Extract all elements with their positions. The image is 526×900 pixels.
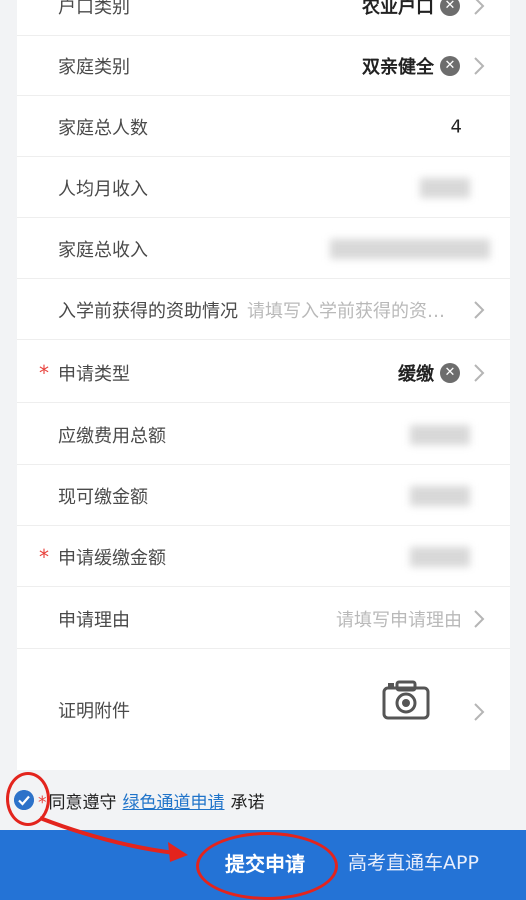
row-label: 证明附件	[58, 701, 130, 722]
prior-aid-placeholder[interactable]: 请填写入学前获得的资助情况	[247, 297, 462, 323]
row-prior-aid[interactable]: 入学前获得的资助情况 请填写入学前获得的资助情况	[17, 280, 510, 340]
row-payable-now[interactable]: 现可缴金额	[17, 466, 510, 526]
redacted-value	[410, 424, 470, 445]
chevron-right-icon	[474, 0, 485, 15]
row-label: 申请理由	[58, 609, 130, 631]
required-mark: *	[39, 544, 49, 569]
chevron-right-icon	[474, 56, 485, 75]
annotation-circle-submit	[196, 832, 338, 900]
row-label: 入学前获得的资助情况	[58, 300, 238, 322]
row-label: 家庭总收入	[58, 239, 148, 261]
chevron-right-icon	[474, 300, 485, 319]
apply-type-value: 缓缴	[398, 363, 434, 385]
agreement-suffix: 承诺	[230, 793, 265, 813]
chevron-right-icon	[474, 703, 485, 721]
watermark: 高考直通车APP	[348, 852, 479, 874]
row-label: 现可缴金额	[58, 486, 148, 508]
row-label: 家庭总人数	[58, 117, 148, 139]
row-total-income[interactable]: 家庭总收入	[17, 219, 510, 279]
row-deferred-amount[interactable]: * 申请缓缴金额	[17, 527, 510, 587]
clear-icon[interactable]: ✕	[440, 362, 460, 383]
form-card: 户口类别 农业户口 ✕ 家庭类别 双亲健全 ✕ 家庭总人数 4 人均月收入 家庭…	[17, 0, 510, 770]
redacted-value	[410, 485, 470, 506]
required-mark: *	[39, 360, 49, 385]
row-family-size[interactable]: 家庭总人数 4	[17, 97, 510, 157]
row-label: 户口类别	[58, 0, 130, 18]
hukou-type-value: 农业户口	[362, 0, 434, 18]
clear-icon[interactable]: ✕	[440, 55, 460, 76]
agreement-prefix: 同意遵守	[48, 793, 117, 813]
clear-icon[interactable]: ✕	[440, 0, 460, 16]
row-reason[interactable]: 申请理由 请填写申请理由	[17, 589, 510, 649]
redacted-value	[410, 546, 470, 567]
row-hukou-type[interactable]: 户口类别 农业户口 ✕	[17, 0, 510, 36]
row-label: 人均月收入	[58, 178, 148, 200]
row-monthly-income[interactable]: 人均月收入	[17, 158, 510, 218]
chevron-right-icon	[474, 609, 485, 628]
agreement-link[interactable]: 绿色通道申请	[117, 793, 231, 813]
row-label: 家庭类别	[58, 56, 130, 78]
row-label: 申请类型	[58, 363, 130, 385]
row-total-fee[interactable]: 应缴费用总额	[17, 405, 510, 465]
agreement-row: * 同意遵守 绿色通道申请 承诺	[12, 786, 512, 816]
camera-icon[interactable]	[382, 680, 430, 720]
row-label: 应缴费用总额	[58, 425, 166, 447]
redacted-value	[330, 238, 490, 259]
row-apply-type[interactable]: * 申请类型 缓缴 ✕	[17, 343, 510, 403]
row-attachment[interactable]: 证明附件	[17, 650, 510, 770]
redacted-value	[420, 177, 470, 198]
chevron-right-icon	[474, 363, 485, 382]
row-label: 申请缓缴金额	[58, 547, 166, 569]
family-size-value: 4	[450, 116, 462, 137]
reason-placeholder[interactable]: 请填写申请理由	[336, 606, 462, 632]
family-type-value: 双亲健全	[362, 56, 434, 78]
row-family-type[interactable]: 家庭类别 双亲健全 ✕	[17, 36, 510, 96]
agreement-text: * 同意遵守 绿色通道申请 承诺	[38, 788, 265, 813]
annotation-circle-checkbox	[6, 772, 50, 826]
